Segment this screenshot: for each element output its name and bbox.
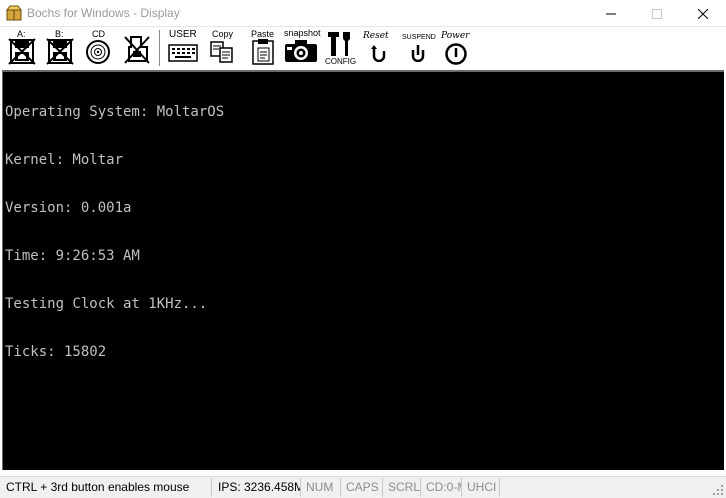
reset-button[interactable]: Reset: [363, 29, 395, 67]
caps-lock-indicator: CAPS: [341, 478, 383, 497]
config-label: CONFIG: [325, 57, 357, 66]
floppy-disk-icon: [8, 38, 36, 65]
toolbar-separator: [159, 30, 160, 66]
close-icon: [698, 8, 708, 19]
bochs-app-icon: [6, 5, 22, 21]
num-lock-indicator: NUM: [301, 478, 341, 497]
usb-uhci-indicator: UHCI: [462, 478, 500, 497]
reset-icon: [371, 45, 386, 62]
console-line: Version: 0.001a: [5, 200, 132, 216]
minimize-icon: [606, 13, 616, 14]
copy-button[interactable]: Copy: [208, 29, 236, 67]
reset-label: Reset: [363, 31, 389, 41]
mouse-button[interactable]: [120, 29, 154, 67]
cdrom-status-indicator: CD:0-M: [421, 478, 462, 497]
tools-config-icon: [328, 32, 350, 56]
console-line: Testing Clock at 1KHz...: [5, 296, 208, 312]
copy-icon: [210, 41, 233, 63]
power-button[interactable]: Power: [440, 29, 472, 67]
suspend-button[interactable]: SUSPEND: [401, 29, 436, 67]
console-line: Ticks: 15802: [5, 344, 107, 360]
keyboard-icon: [168, 44, 198, 62]
status-bar: CTRL + 3rd button enables mouse IPS: 323…: [0, 476, 726, 498]
console-line: Operating System: MoltarOS: [5, 104, 225, 120]
resize-grip-icon[interactable]: [712, 484, 724, 496]
console-output: Operating System: MoltarOS Kernel: Molta…: [5, 72, 224, 392]
mouse-usb-icon: [124, 36, 150, 64]
floppy-a-button[interactable]: A:: [6, 29, 38, 67]
window-title: Bochs for Windows - Display: [27, 6, 180, 20]
clipboard-icon: [252, 39, 274, 65]
scroll-lock-indicator: SCRL: [383, 478, 421, 497]
ips-indicator: IPS: 3236.458M: [212, 478, 301, 497]
console-line: Time: 9:26:53 AM: [5, 248, 140, 264]
close-button[interactable]: [680, 0, 726, 27]
minimize-button[interactable]: [588, 0, 634, 27]
suspend-icon: [411, 45, 425, 62]
copy-label: Copy: [212, 29, 234, 39]
power-label: Power: [441, 31, 470, 41]
vga-display[interactable]: Operating System: MoltarOS Kernel: Molta…: [2, 70, 724, 470]
config-button[interactable]: CONFIG: [324, 29, 356, 67]
cd-disc-icon: [86, 40, 110, 64]
snapshot-label: snapshot: [284, 28, 321, 38]
toolbar: A: B: CD USER Copy Paste snapshot CONFIG…: [0, 27, 726, 70]
floppy-disk-icon: [46, 38, 74, 65]
snapshot-button[interactable]: snapshot: [283, 28, 321, 67]
floppy-b-button[interactable]: B:: [44, 29, 76, 67]
cdrom-label: CD: [92, 29, 105, 39]
title-bar: Bochs for Windows - Display: [0, 0, 726, 27]
cdrom-button[interactable]: CD: [84, 29, 112, 67]
maximize-button[interactable]: [634, 0, 680, 27]
user-label: USER: [169, 29, 197, 40]
power-icon: [445, 43, 467, 65]
paste-button[interactable]: Paste: [248, 29, 278, 67]
user-button[interactable]: USER: [166, 29, 200, 67]
suspend-label: SUSPEND: [402, 34, 436, 41]
camera-icon: [285, 40, 317, 62]
maximize-icon: [652, 8, 662, 19]
console-line: Kernel: Moltar: [5, 152, 124, 168]
status-message: CTRL + 3rd button enables mouse: [0, 478, 212, 497]
